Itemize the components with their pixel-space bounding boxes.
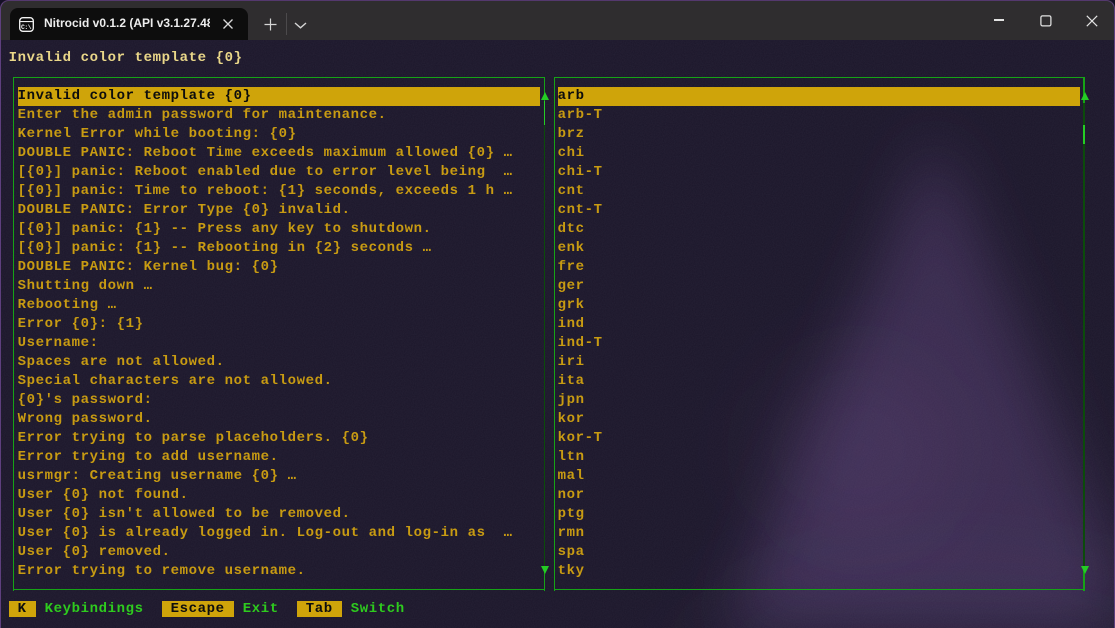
svg-text:C:\: C:\ [21, 24, 32, 31]
